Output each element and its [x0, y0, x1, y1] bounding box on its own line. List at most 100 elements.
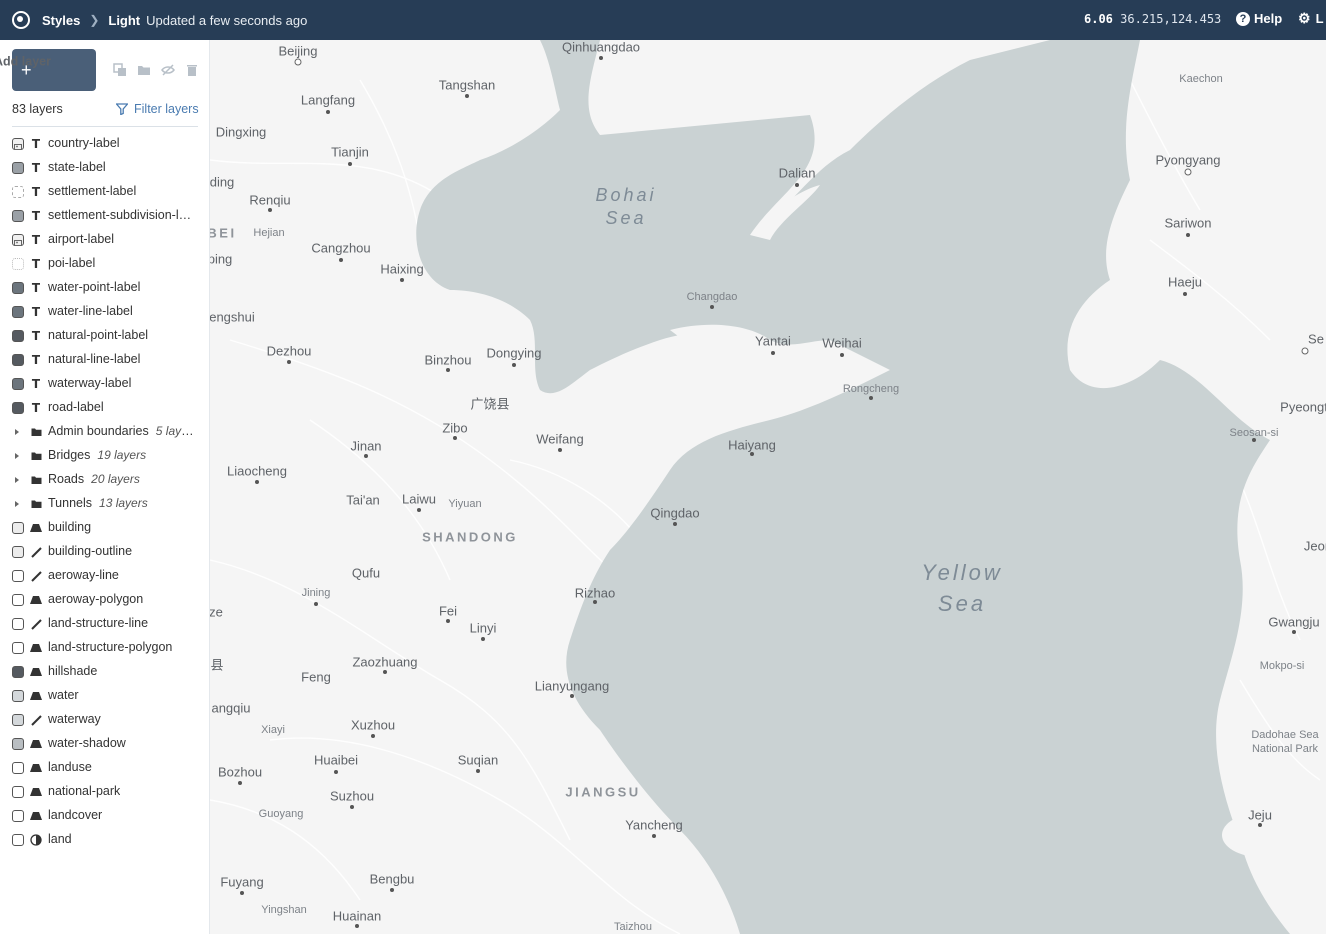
settings-button[interactable]: ⚙ L	[1298, 10, 1324, 27]
place-label: Cangzhou	[311, 240, 371, 256]
layer-name: hillshade	[48, 664, 98, 678]
place-label: Gwangju	[1268, 614, 1320, 630]
text-symbol-icon: T	[31, 137, 41, 151]
layer-group[interactable]: Bridges 19 layers	[0, 444, 210, 468]
layer-item[interactable]: land-structure-polygon	[0, 636, 210, 660]
layer-item[interactable]: Tnatural-line-label	[0, 348, 210, 372]
layer-name: road-label	[48, 400, 104, 414]
layer-item[interactable]: Tsettlement-subdivision-label	[0, 204, 210, 228]
place-label: Guoyang	[258, 808, 304, 820]
settings-label: L	[1315, 11, 1324, 26]
map-canvas[interactable]: Bohai Sea Yellow Sea SHANDONG JIANGSU BE…	[210, 40, 1326, 934]
city-marker	[390, 888, 394, 892]
layer-name: settlement-subdivision-label	[48, 208, 194, 222]
city-marker	[350, 805, 354, 809]
layer-group[interactable]: Admin boundaries 5 layers	[0, 420, 210, 444]
place-label: Jeon	[1303, 538, 1326, 554]
layer-name: aeroway-polygon	[48, 592, 144, 606]
layer-item[interactable]: water	[0, 684, 210, 708]
city-marker	[339, 258, 343, 262]
caret-right-icon[interactable]	[15, 453, 19, 459]
layer-item[interactable]: landcover	[0, 804, 210, 828]
layer-group[interactable]: Roads 20 layers	[0, 468, 210, 492]
trash-icon[interactable]	[185, 63, 199, 77]
help-button[interactable]: ? Help	[1236, 11, 1282, 26]
layer-item[interactable]: Twater-point-label	[0, 276, 210, 300]
layer-swatch	[12, 234, 24, 246]
layer-item[interactable]: landuse	[0, 756, 210, 780]
layer-item[interactable]: building-outline	[0, 540, 210, 564]
filter-layers-label: Filter layers	[134, 102, 199, 116]
province-label: SHANDONG	[422, 529, 518, 545]
layer-item[interactable]: aeroway-line	[0, 564, 210, 588]
place-label: Fei	[438, 603, 458, 619]
layer-swatch	[12, 738, 24, 750]
duplicate-icon[interactable]	[113, 63, 127, 77]
layer-swatch	[12, 330, 24, 342]
layer-item[interactable]: waterway	[0, 708, 210, 732]
layer-item[interactable]: land	[0, 828, 210, 852]
caret-right-icon[interactable]	[15, 477, 19, 483]
layer-name: settlement-label	[48, 184, 137, 198]
background-icon	[30, 833, 42, 847]
place-label: engshui	[210, 309, 255, 325]
layer-swatch	[12, 138, 24, 150]
caret-right-icon[interactable]	[15, 429, 19, 435]
layer-name: water	[48, 688, 79, 702]
place-label: 广饶县	[470, 396, 510, 412]
place-label: Pyeongt	[1280, 399, 1326, 415]
place-label: Qufu	[351, 565, 381, 581]
place-label: angqiu	[211, 700, 251, 716]
layer-name: natural-line-label	[48, 352, 141, 366]
province-label: JIANGSU	[565, 784, 641, 800]
city-marker	[512, 363, 516, 367]
layer-item[interactable]: Twater-line-label	[0, 300, 210, 324]
layer-item[interactable]: national-park	[0, 780, 210, 804]
caret-right-icon[interactable]	[15, 501, 19, 507]
hide-icon[interactable]	[161, 63, 175, 77]
city-marker	[558, 448, 562, 452]
layer-item[interactable]: Troad-label	[0, 396, 210, 420]
fill-icon	[30, 737, 42, 751]
text-symbol-icon: T	[31, 233, 41, 247]
layer-item[interactable]: hillshade	[0, 660, 210, 684]
sea-label-bohai: Bohai Sea	[595, 184, 656, 230]
layer-item[interactable]: Tnatural-point-label	[0, 324, 210, 348]
folder-icon[interactable]	[137, 63, 151, 77]
layer-group[interactable]: Tunnels 13 layers	[0, 492, 210, 516]
province-label: BEI	[210, 225, 237, 241]
place-label: Suzhou	[329, 788, 375, 804]
place-label: Jeju	[1248, 807, 1272, 823]
layer-item[interactable]: Tairport-label	[0, 228, 210, 252]
city-marker	[446, 368, 450, 372]
folder-icon	[30, 497, 42, 511]
layer-swatch	[12, 378, 24, 390]
city-marker	[710, 305, 714, 309]
layer-item[interactable]: aeroway-polygon	[0, 588, 210, 612]
city-marker	[1292, 630, 1296, 634]
layer-group-count: 20 layers	[91, 472, 140, 486]
sea-label-yellow: Yellow Sea	[921, 557, 1003, 619]
layer-name: aeroway-line	[48, 568, 119, 582]
city-marker	[334, 770, 338, 774]
layer-item[interactable]: water-shadow	[0, 732, 210, 756]
layer-item[interactable]: Tstate-label	[0, 156, 210, 180]
layer-swatch	[12, 690, 24, 702]
mapbox-logo-icon[interactable]	[12, 11, 30, 29]
layer-group-count: 13 layers	[99, 496, 148, 510]
layer-item[interactable]: building	[0, 516, 210, 540]
city-marker	[1258, 823, 1262, 827]
layer-item[interactable]: Tsettlement-label	[0, 180, 210, 204]
city-marker	[400, 278, 404, 282]
layer-item[interactable]: Tpoi-label	[0, 252, 210, 276]
style-name[interactable]: Light	[108, 13, 140, 28]
breadcrumb-styles[interactable]: Styles	[42, 13, 80, 28]
layer-item[interactable]: Twaterway-label	[0, 372, 210, 396]
fill-icon	[30, 689, 42, 703]
layer-item[interactable]: Tcountry-label	[0, 132, 210, 156]
layer-item[interactable]: land-structure-line	[0, 612, 210, 636]
layer-name: water-point-label	[48, 280, 141, 294]
filter-layers-button[interactable]: Filter layers	[116, 102, 199, 116]
place-label: Renqiu	[249, 192, 291, 208]
add-layer-button[interactable]: + Add layer	[0, 49, 96, 91]
